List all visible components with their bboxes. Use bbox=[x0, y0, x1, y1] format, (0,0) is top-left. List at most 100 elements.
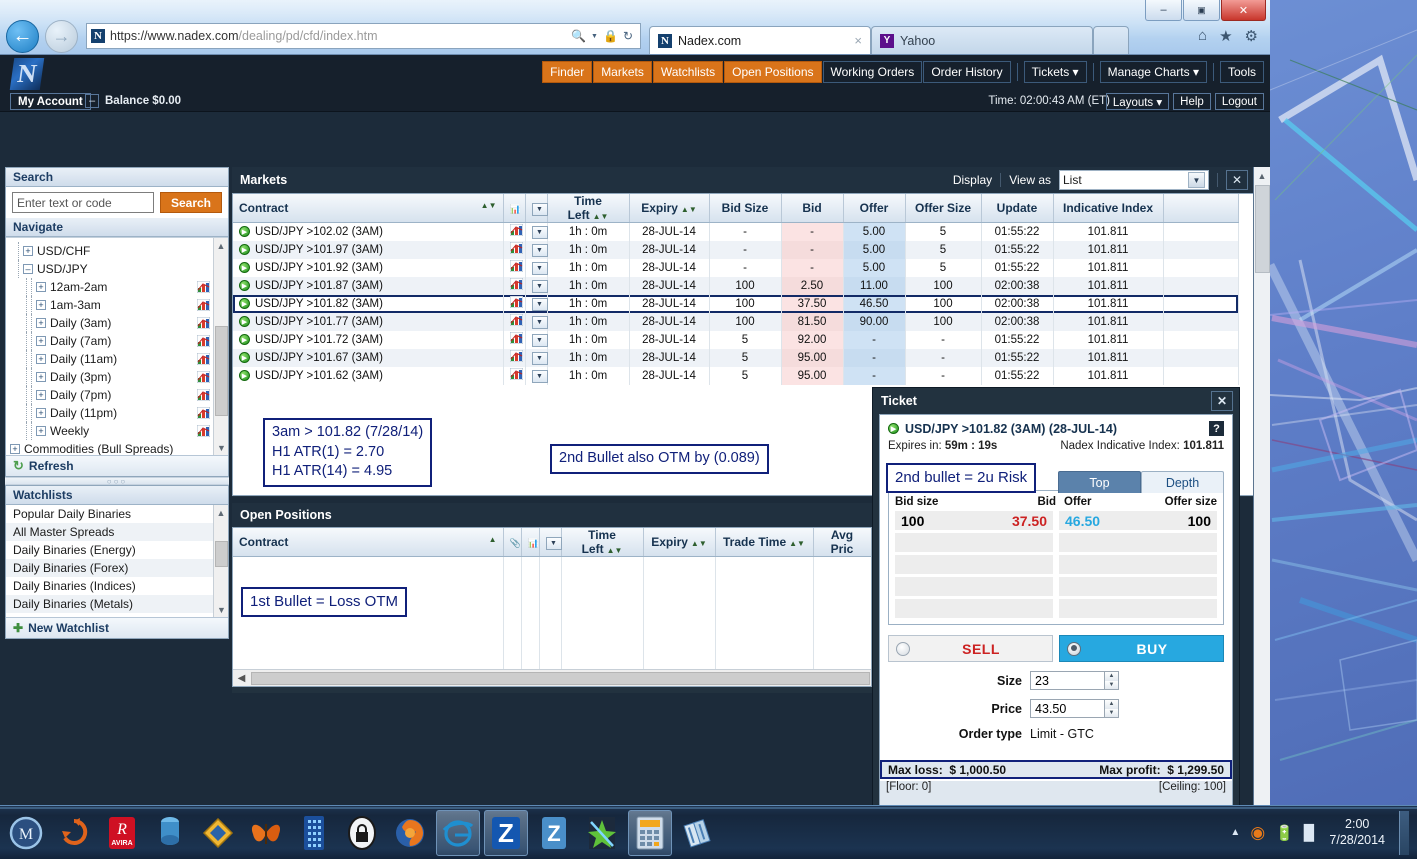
tree-item[interactable]: + Weekly bbox=[6, 422, 228, 440]
row-chart-cell[interactable] bbox=[503, 222, 526, 241]
taskbar-icon-z-app[interactable]: Z bbox=[532, 810, 576, 856]
row-menu-cell[interactable]: ▼ bbox=[525, 330, 548, 349]
col-chart-icon[interactable]: 📊 bbox=[503, 194, 526, 223]
row-chart-cell[interactable] bbox=[503, 312, 526, 331]
offer-cell[interactable]: - bbox=[843, 348, 906, 367]
row-menu-cell[interactable]: ▼ bbox=[525, 312, 548, 331]
watchlists-scrollbar[interactable]: ▲ ▼ bbox=[213, 505, 228, 617]
nav-finder[interactable]: Finder bbox=[542, 61, 593, 83]
row-menu-cell[interactable]: ▼ bbox=[525, 366, 548, 385]
offer-cell[interactable]: 11.00 bbox=[843, 276, 906, 295]
display-label[interactable]: Display bbox=[953, 173, 992, 187]
settings-gear-icon[interactable]: ⚙ bbox=[1245, 27, 1258, 45]
op-col-time-left[interactable]: Time Left ▲▼ bbox=[561, 528, 644, 557]
collapse-account-icon[interactable]: – bbox=[85, 94, 99, 108]
nav-working-orders[interactable]: Working Orders bbox=[822, 61, 923, 83]
taskbar-icon-firefox[interactable] bbox=[388, 810, 432, 856]
bid-cell[interactable]: 37.50 bbox=[781, 294, 844, 313]
markets-row[interactable]: ▶ USD/JPY >101.67 (3AM) ▼ 1h : 0m 28-JUL-14 5… bbox=[233, 348, 1239, 367]
markets-row[interactable]: ▶ USD/JPY >101.77 (3AM) ▼ 1h : 0m 28-JUL-14 1… bbox=[233, 312, 1239, 331]
watchlist-item[interactable]: Daily Binaries (Indices) bbox=[6, 577, 228, 595]
col-indicative-index[interactable]: Indicative Index bbox=[1053, 194, 1164, 223]
row-menu-cell[interactable]: ▼ bbox=[525, 348, 548, 367]
sort-icon[interactable]: ▲▼ bbox=[691, 539, 707, 548]
nav-manage-charts[interactable]: Manage Charts ▾ bbox=[1099, 61, 1207, 83]
chart-icon[interactable] bbox=[509, 241, 523, 257]
nav-tools[interactable]: Tools bbox=[1219, 61, 1264, 83]
taskbar-icon-blue-grid[interactable] bbox=[292, 810, 336, 856]
my-account-button[interactable]: My Account bbox=[10, 93, 91, 110]
bid-cell[interactable]: 92.00 bbox=[781, 330, 844, 349]
browser-tab-nadex[interactable]: N Nadex.com × bbox=[649, 26, 871, 54]
chevron-down-icon[interactable]: ▼ bbox=[531, 333, 548, 347]
row-chart-cell[interactable] bbox=[503, 348, 526, 367]
bid-cell[interactable]: 81.50 bbox=[781, 312, 844, 331]
stepper-down-icon[interactable]: ▼ bbox=[1105, 708, 1118, 717]
row-menu-cell[interactable]: ▼ bbox=[525, 240, 548, 259]
chart-icon[interactable] bbox=[196, 352, 211, 366]
tree-item[interactable]: +1am-3am bbox=[6, 296, 228, 314]
sort-icon[interactable]: ▲▼ bbox=[789, 539, 805, 548]
col-bid-size[interactable]: Bid Size bbox=[709, 194, 782, 223]
watchlist-item[interactable]: Daily Binaries (Metals) bbox=[6, 595, 228, 613]
tree-item[interactable]: + Daily (3pm) bbox=[6, 368, 228, 386]
tree-expander-icon[interactable]: + bbox=[36, 408, 46, 418]
app-scrollbar[interactable]: ▲ ▼ bbox=[1253, 167, 1270, 847]
tree-item[interactable]: + Daily (11pm) bbox=[6, 404, 228, 422]
op-col-trade-time[interactable]: Trade Time ▲▼ bbox=[715, 528, 814, 557]
watchlist-item[interactable]: Popular Daily Binaries bbox=[6, 505, 228, 523]
taskbar-icon-calculator[interactable] bbox=[628, 809, 672, 856]
scroll-thumb[interactable] bbox=[215, 541, 228, 567]
tree-expander-icon[interactable]: + bbox=[36, 282, 46, 292]
op-col-expiry[interactable]: Expiry ▲▼ bbox=[643, 528, 716, 557]
tree-item[interactable]: – USD/JPY bbox=[6, 260, 228, 278]
chevron-down-icon[interactable]: ▼ bbox=[531, 225, 548, 239]
sell-radio-icon[interactable] bbox=[896, 641, 910, 656]
chart-icon[interactable] bbox=[196, 298, 211, 312]
tree-expander-icon[interactable]: + bbox=[36, 336, 46, 346]
search-icon[interactable]: 🔍 bbox=[571, 29, 586, 43]
chart-icon[interactable] bbox=[196, 280, 211, 294]
new-watchlist-button[interactable]: ✚ New Watchlist bbox=[6, 617, 228, 638]
offer-cell[interactable]: 90.00 bbox=[843, 312, 906, 331]
row-chart-cell[interactable] bbox=[503, 240, 526, 259]
sort-icon[interactable]: ▲▼ bbox=[607, 546, 623, 555]
scroll-thumb[interactable] bbox=[215, 326, 228, 416]
price-input[interactable]: 43.50 bbox=[1030, 699, 1105, 718]
bid-cell[interactable]: - bbox=[781, 258, 844, 277]
network-signal-icon[interactable]: ▉ bbox=[1304, 824, 1316, 842]
col-offer-size[interactable]: Offer Size bbox=[905, 194, 982, 223]
col-offer[interactable]: Offer bbox=[843, 194, 906, 223]
chevron-down-icon[interactable]: ▼ bbox=[531, 369, 548, 383]
nav-order-history[interactable]: Order History bbox=[923, 61, 1011, 83]
tree-expander-icon[interactable]: + bbox=[36, 390, 46, 400]
chart-icon[interactable] bbox=[509, 259, 523, 275]
chart-icon[interactable] bbox=[196, 370, 211, 384]
taskbar-icon-blue-cylinder[interactable] bbox=[148, 810, 192, 856]
tree-expander-icon[interactable]: + bbox=[36, 354, 46, 364]
chart-icon[interactable] bbox=[509, 295, 523, 311]
scroll-up-icon[interactable]: ▲ bbox=[1254, 167, 1270, 184]
chevron-down-icon[interactable]: ▼ bbox=[591, 33, 598, 40]
bid-cell[interactable]: 95.00 bbox=[781, 366, 844, 385]
markets-row[interactable]: ▶ USD/JPY >101.87 (3AM) ▼ 1h : 0m 28-JUL-14 1… bbox=[233, 276, 1239, 295]
bid-cell[interactable]: - bbox=[781, 240, 844, 259]
chart-icon[interactable] bbox=[196, 424, 211, 438]
col-update[interactable]: Update bbox=[981, 194, 1054, 223]
tab-depth[interactable]: Depth bbox=[1141, 471, 1224, 493]
offer-cell[interactable]: 5.00 bbox=[843, 240, 906, 259]
hscroll-thumb[interactable] bbox=[251, 671, 870, 685]
tree-expander-icon[interactable]: + bbox=[36, 426, 46, 436]
watchlists-list[interactable]: Popular Daily Binaries All Master Spreads… bbox=[6, 505, 228, 617]
nav-watchlists[interactable]: Watchlists bbox=[652, 61, 724, 83]
buy-radio-icon[interactable] bbox=[1067, 641, 1081, 656]
forward-button[interactable]: → bbox=[45, 19, 78, 53]
chevron-down-icon[interactable]: ▼ bbox=[531, 203, 548, 216]
watchlist-item[interactable]: Daily Binaries (Energy) bbox=[6, 541, 228, 559]
chevron-down-icon[interactable]: ▼ bbox=[531, 243, 548, 257]
taskbar-icon-books[interactable] bbox=[676, 810, 720, 856]
chart-icon[interactable] bbox=[196, 388, 211, 402]
offer-cell[interactable]: 5.00 bbox=[843, 258, 906, 277]
tree-item[interactable]: +12am-2am bbox=[6, 278, 228, 296]
taskbar-icon-sync-arrows[interactable] bbox=[52, 810, 96, 856]
